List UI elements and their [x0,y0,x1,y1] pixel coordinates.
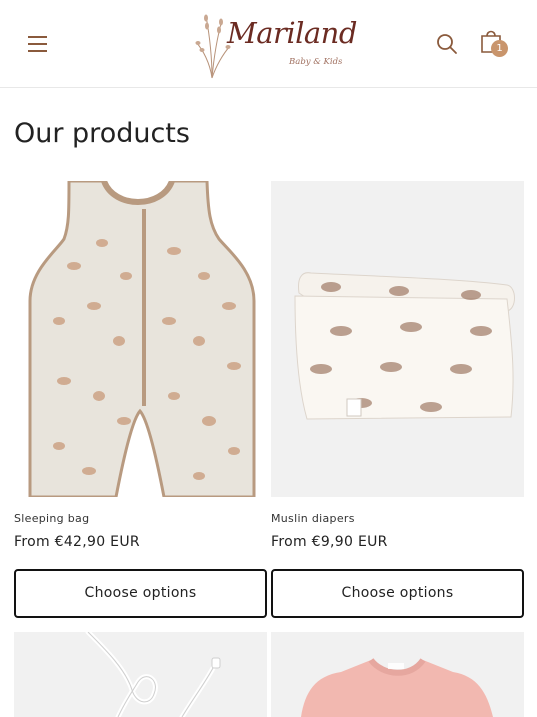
choose-options-button[interactable]: Choose options [271,569,524,618]
search-icon[interactable] [435,32,459,56]
product-price: From €42,90 EUR [14,534,140,550]
product-image-sleeping-bag[interactable] [14,181,267,497]
site-logo[interactable]: Mariland Baby & Kids [190,8,357,80]
shopping-bag-icon[interactable]: 1 [478,28,510,60]
logo-wordmark: Mariland [227,16,357,50]
product-name[interactable]: Sleeping bag [14,512,89,525]
product-image-muslin-diapers[interactable] [271,181,524,497]
product-name[interactable]: Muslin diapers [271,512,355,525]
page-title: Our products [14,118,190,149]
logo-tagline: Baby & Kids [289,57,343,67]
product-price: From €9,90 EUR [271,534,388,550]
product-image[interactable] [271,632,524,717]
choose-options-button[interactable]: Choose options [14,569,267,618]
hamburger-menu-icon[interactable] [26,31,52,55]
cart-count-badge: 1 [491,40,508,57]
product-image[interactable] [14,632,267,717]
site-header: Mariland Baby & Kids 1 [0,0,537,88]
